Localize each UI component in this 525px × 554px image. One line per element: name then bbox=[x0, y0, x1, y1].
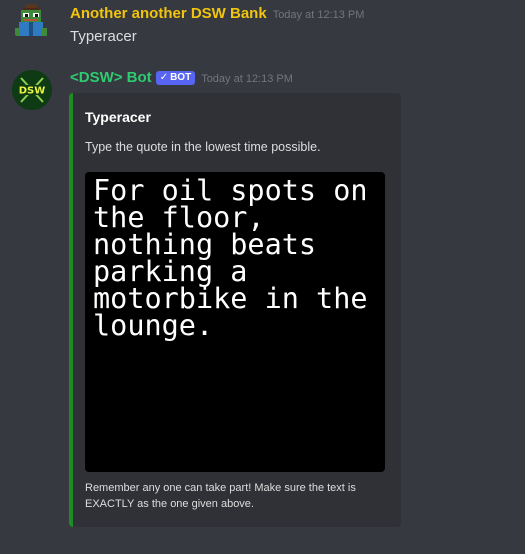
quote-text: For oil spots on the floor, nothing beat… bbox=[93, 174, 368, 342]
quote-image[interactable]: For oil spots on the floor, nothing beat… bbox=[85, 172, 385, 472]
dsw-logo-avatar-icon[interactable]: DSW bbox=[12, 70, 52, 110]
author-name[interactable]: Another another DSW Bank bbox=[70, 5, 267, 22]
embed-description: Type the quote in the lowest time possib… bbox=[85, 140, 321, 154]
embed-footer: Remember any one can take part! Make sur… bbox=[85, 482, 356, 510]
message-content: Typeracer bbox=[70, 28, 137, 45]
message: Another another DSW Bank Today at 12:13 P… bbox=[0, 0, 525, 60]
chat-messages: Another another DSW Bank Today at 12:13 P… bbox=[0, 0, 525, 554]
message-timestamp: Today at 12:13 PM bbox=[201, 73, 293, 85]
message-header: Another another DSW Bank Today at 12:13 P… bbox=[70, 4, 364, 25]
bot-tag-label: BOT bbox=[170, 72, 192, 83]
embed-title: Typeracer bbox=[85, 109, 151, 125]
message-header: <DSW> Bot ✓ BOT Today at 12:13 PM bbox=[70, 68, 293, 89]
verified-check-icon: ✓ bbox=[159, 72, 169, 83]
author-name[interactable]: <DSW> Bot bbox=[70, 69, 152, 86]
message-timestamp: Today at 12:13 PM bbox=[272, 9, 365, 21]
embed: Typeracer Type the quote in the lowest t… bbox=[69, 93, 401, 527]
avatar-logo-text: DSW bbox=[19, 86, 46, 97]
pixel-frog-avatar-icon[interactable] bbox=[12, 4, 52, 44]
bot-tag: ✓ BOT bbox=[155, 71, 196, 85]
